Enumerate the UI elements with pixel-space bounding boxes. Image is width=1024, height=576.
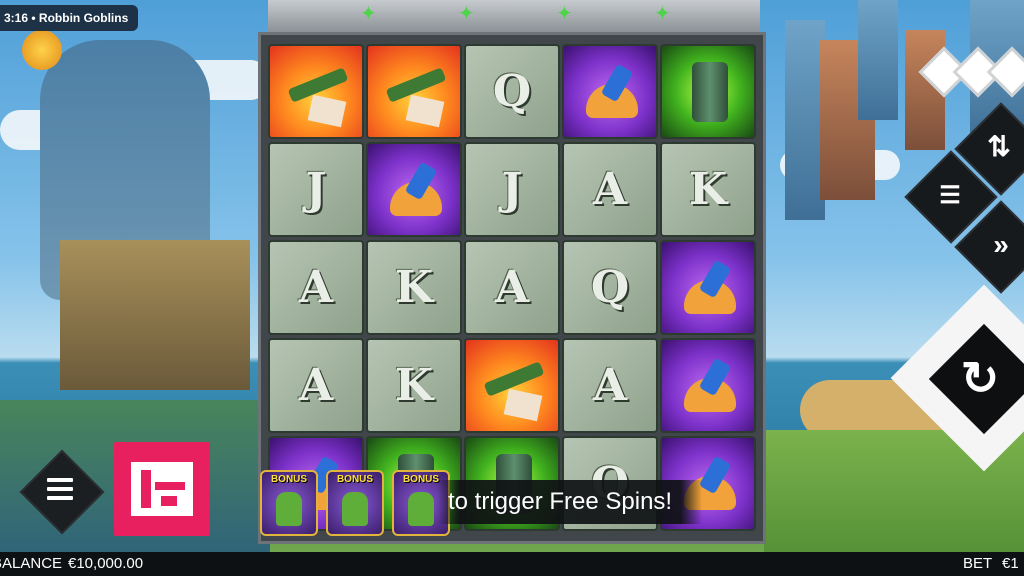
bazooka-symbol <box>268 44 364 139</box>
game-title: Robbin Goblins <box>38 11 129 25</box>
symbol-letter: K <box>394 262 434 313</box>
bet-value: €1 <box>1002 555 1019 572</box>
toxic-barrel-icon <box>692 62 728 122</box>
card-symbol-a: A <box>268 240 364 335</box>
buy-feature-icon <box>131 462 193 516</box>
goblin-icon <box>342 492 368 526</box>
star-icon: ✦ <box>360 3 377 25</box>
symbol-letter: A <box>592 360 628 411</box>
hamburger-icon <box>47 478 73 505</box>
taco-symbol <box>366 142 462 237</box>
bet-settings-icon: ☰ <box>939 182 961 209</box>
torch-icon <box>22 30 62 70</box>
goblin-icon <box>408 492 434 526</box>
symbol-letter: Q <box>590 262 630 313</box>
symbol-letter: A <box>494 262 530 313</box>
symbol-letter: K <box>394 360 434 411</box>
statue-pedestal <box>60 240 250 390</box>
status-bar: 3:16 • Robbin Goblins <box>0 5 139 31</box>
fast-forward-icon: » <box>993 229 1009 260</box>
reel-top-bar: ✦ ✦ ✦ ✦ <box>268 0 760 35</box>
free-spins-message: to trigger Free Spins! <box>438 480 703 524</box>
goblin-icon <box>276 492 302 526</box>
symbol-letter: A <box>592 164 628 215</box>
bonus-symbol: BONUS <box>326 470 384 536</box>
reel-grid: QJJAKAKAQAKAQ <box>268 44 760 540</box>
bazooka-symbol <box>366 44 462 139</box>
taco-symbol <box>562 44 658 139</box>
card-symbol-k: K <box>366 338 462 433</box>
card-symbol-a: A <box>562 142 658 237</box>
star-icon: ✦ <box>556 3 573 25</box>
balance-value: €10,000.00 <box>68 555 144 572</box>
card-symbol-j: J <box>464 142 560 237</box>
paper-icon <box>405 94 445 128</box>
spin-icon: ↻ <box>960 352 1000 404</box>
diamond-logo-icon <box>918 40 1024 102</box>
status-separator: • <box>31 11 36 25</box>
symbol-letter: Q <box>492 66 532 117</box>
bazooka-symbol <box>464 338 560 433</box>
card-symbol-k: K <box>660 142 756 237</box>
card-symbol-k: K <box>366 240 462 335</box>
card-symbol-j: J <box>268 142 364 237</box>
symbol-letter: J <box>305 164 327 215</box>
balance-label: BALANCE <box>0 555 63 572</box>
card-symbol-q: Q <box>562 240 658 335</box>
taco-symbol <box>660 240 756 335</box>
card-symbol-q: Q <box>464 44 560 139</box>
paper-icon <box>503 388 543 422</box>
symbol-letter: K <box>688 164 728 215</box>
card-symbol-a: A <box>464 240 560 335</box>
star-icon: ✦ <box>458 3 475 25</box>
autoplay-icon: ⇅ <box>987 131 1011 162</box>
barrel-symbol <box>660 44 756 139</box>
star-icon: ✦ <box>654 3 671 25</box>
clock-time: 3:16 <box>4 11 29 25</box>
taco-symbol <box>660 338 756 433</box>
paper-icon <box>307 94 347 128</box>
bonus-symbol: BONUS <box>260 470 318 536</box>
card-symbol-a: A <box>562 338 658 433</box>
bet-label: BET <box>963 555 993 572</box>
symbol-letter: A <box>298 262 334 313</box>
symbol-letter: J <box>501 164 523 215</box>
symbol-letter: A <box>298 360 334 411</box>
footer-bar: BALANCE €10,000.00 BET €1 <box>0 552 1024 576</box>
menu-button[interactable] <box>19 449 105 535</box>
card-symbol-a: A <box>268 338 364 433</box>
buy-feature-button[interactable] <box>114 442 210 536</box>
